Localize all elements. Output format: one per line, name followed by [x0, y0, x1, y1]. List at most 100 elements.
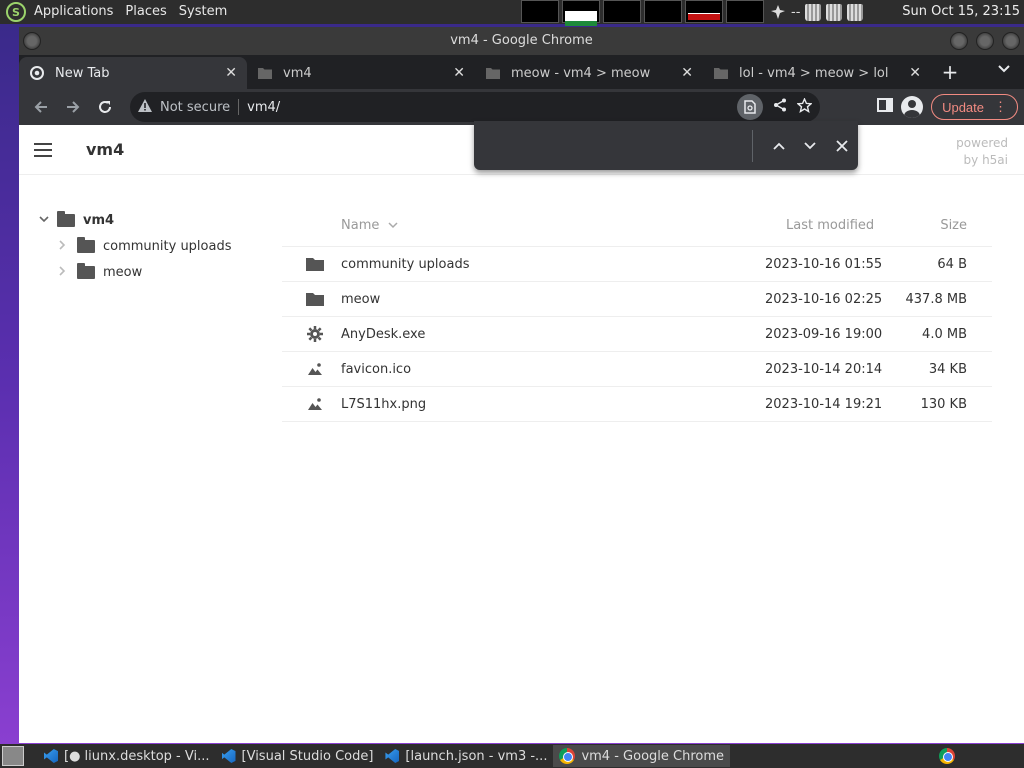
table-row[interactable]: AnyDesk.exe 2023-09-16 19:00 4.0 MB — [282, 317, 992, 352]
find-input[interactable] — [484, 130, 742, 161]
show-desktop-icon[interactable] — [2, 746, 24, 766]
load-monitor[interactable] — [644, 0, 682, 23]
column-header-size[interactable]: Size — [940, 218, 967, 233]
update-button[interactable]: Update ⋮ — [931, 94, 1018, 120]
table-row[interactable]: favicon.ico 2023-10-14 20:14 34 KB — [282, 352, 992, 387]
swap-monitor[interactable] — [603, 0, 641, 23]
folder-icon — [306, 255, 324, 273]
tab-new-tab[interactable]: New Tab ✕ — [19, 57, 247, 89]
profile-avatar[interactable] — [901, 96, 924, 118]
file-size: 4.0 MB — [922, 326, 967, 342]
file-name[interactable]: meow — [341, 292, 380, 307]
taskbar-item-vscode-launch[interactable]: [launch.json - vm3 -... — [379, 745, 553, 767]
forward-arrow-icon[interactable] — [57, 91, 89, 123]
file-size: 130 KB — [920, 396, 967, 412]
tab-meow[interactable]: meow - vm4 > meow ✕ — [475, 57, 703, 89]
tab-vm4[interactable]: vm4 ✕ — [247, 57, 475, 89]
tab-strip: New Tab ✕ vm4 ✕ meow - vm4 > meow ✕ lol … — [19, 55, 1024, 89]
reload-icon[interactable] — [89, 91, 121, 123]
back-arrow-icon[interactable] — [25, 91, 57, 123]
share-icon[interactable] — [773, 98, 787, 116]
taskbar-label: [launch.json - vm3 -... — [405, 748, 548, 764]
file-name[interactable]: community uploads — [341, 257, 470, 272]
distro-logo-icon[interactable]: S — [6, 2, 26, 22]
memory-monitor[interactable] — [562, 0, 600, 26]
tree-item-label: vm4 — [83, 212, 115, 228]
tree-item-label: community uploads — [103, 238, 232, 254]
network-monitor[interactable] — [685, 0, 723, 23]
browser-toolbar: Not secure vm4/ Update ⋮ — [19, 89, 1024, 125]
url-text[interactable]: vm4/ — [247, 100, 280, 115]
tree-item-root[interactable]: vm4 — [39, 207, 232, 233]
tree-item-community-uploads[interactable]: community uploads — [39, 233, 232, 259]
tab-title: lol - vm4 > meow > lol — [739, 65, 889, 81]
chevron-right-icon[interactable] — [59, 239, 73, 253]
column-header-modified[interactable]: Last modified — [786, 218, 874, 233]
minimize-button[interactable] — [950, 32, 968, 50]
tab-search-chevron-icon[interactable] — [998, 61, 1010, 77]
file-name[interactable]: AnyDesk.exe — [341, 327, 425, 342]
chevron-down-icon[interactable] — [39, 215, 53, 226]
cpu-monitor[interactable] — [521, 0, 559, 23]
security-label[interactable]: Not secure — [160, 100, 230, 115]
close-icon[interactable]: ✕ — [909, 65, 921, 81]
close-icon[interactable]: ✕ — [453, 65, 465, 81]
chevron-right-icon[interactable] — [59, 265, 73, 279]
find-in-page-icon[interactable] — [737, 94, 763, 120]
powered-by-h5ai[interactable]: powered by h5ai — [956, 135, 1008, 169]
close-icon[interactable]: ✕ — [225, 65, 237, 81]
taskbar-label: [Visual Studio Code] — [241, 748, 374, 764]
vscode-icon — [221, 749, 236, 763]
column-header-name[interactable]: Name — [341, 218, 398, 233]
trash-icon[interactable] — [826, 3, 843, 21]
tab-title: vm4 — [283, 65, 312, 81]
find-divider — [751, 129, 753, 162]
table-row[interactable]: community uploads 2023-10-16 01:55 64 B — [282, 247, 992, 282]
breadcrumb[interactable]: vm4 — [86, 140, 124, 159]
find-previous-chevron-up-icon[interactable] — [763, 130, 795, 162]
clock[interactable]: Sun Oct 15, 23:15 — [902, 0, 1020, 24]
bookmark-star-icon[interactable] — [796, 96, 813, 117]
find-next-chevron-down-icon[interactable] — [795, 130, 827, 162]
close-icon[interactable]: ✕ — [681, 65, 693, 81]
chrome-launcher-icon[interactable] — [939, 748, 955, 764]
side-panel-icon[interactable] — [877, 98, 894, 116]
window-titlebar[interactable]: vm4 - Google Chrome — [19, 27, 1024, 55]
vscode-icon — [44, 749, 58, 763]
address-bar[interactable]: Not secure vm4/ — [130, 92, 820, 122]
find-bar — [474, 121, 858, 170]
tree-item-meow[interactable]: meow — [39, 259, 232, 285]
menu-system[interactable]: System — [173, 0, 233, 24]
taskbar-item-vscode[interactable]: [Visual Studio Code] — [216, 745, 380, 767]
folder-icon — [257, 65, 273, 81]
taskbar-item-chrome[interactable]: vm4 - Google Chrome — [553, 745, 731, 767]
window-menu-button[interactable] — [23, 32, 41, 50]
tab-lol[interactable]: lol - vm4 > meow > lol ✕ — [703, 57, 931, 89]
file-name[interactable]: favicon.ico — [341, 362, 411, 377]
close-window-button[interactable] — [1002, 32, 1020, 50]
taskbar-item-vscode-liunx[interactable]: [● liunx.desktop - Vi... — [38, 745, 216, 767]
maximize-button[interactable] — [976, 32, 994, 50]
hamburger-menu-icon[interactable] — [34, 142, 52, 157]
warning-triangle-icon[interactable] — [138, 98, 152, 116]
trash-icon[interactable] — [805, 3, 822, 21]
disk-monitor[interactable] — [726, 0, 764, 23]
file-name[interactable]: L7S11hx.png — [341, 397, 426, 412]
menu-places[interactable]: Places — [119, 0, 172, 24]
new-tab-button[interactable]: + — [935, 57, 965, 89]
gear-icon — [306, 325, 324, 343]
trash-icon[interactable] — [847, 3, 864, 21]
toolbar-right: Update ⋮ — [877, 89, 1018, 125]
find-close-icon[interactable] — [826, 130, 858, 162]
folder-icon — [306, 290, 324, 308]
file-modified: 2023-10-14 19:21 — [765, 396, 883, 412]
file-size: 437.8 MB — [905, 291, 967, 307]
chrome-icon — [559, 748, 576, 764]
file-modified: 2023-09-16 19:00 — [765, 326, 883, 342]
table-row[interactable]: L7S11hx.png 2023-10-14 19:21 130 KB — [282, 387, 992, 422]
menu-applications[interactable]: Applications — [28, 0, 119, 24]
folder-icon — [77, 262, 95, 279]
weather-icon[interactable] — [770, 4, 786, 20]
folder-icon — [713, 65, 729, 81]
table-row[interactable]: meow 2023-10-16 02:25 437.8 MB — [282, 282, 992, 317]
